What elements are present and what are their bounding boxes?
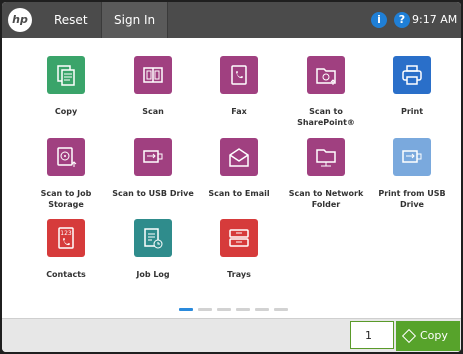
network-folder-icon [307,138,345,176]
app-label: Scan [142,107,164,116]
app-job-log[interactable]: Job Log [109,219,197,280]
app-scan-to-usb-drive[interactable]: Scan to USB Drive [109,138,197,199]
app-scan-to-network-folder[interactable]: Scan to Network Folder [282,138,370,210]
app-label: Scan to USB Drive [112,189,194,198]
app-label: Contacts [46,270,86,279]
app-print[interactable]: Print [368,56,456,117]
printer-control-panel: hp Reset Sign In i ? 9:17 AM Copy Scan F… [2,2,461,352]
app-label: Scan to Job Storage [40,189,92,209]
copies-input[interactable]: 1 [350,321,394,349]
app-label: Print from USB Drive [378,189,446,209]
sign-in-button[interactable]: Sign In [101,2,169,38]
app-scan[interactable]: Scan [109,56,197,117]
fax-icon [220,56,258,94]
job-storage-icon [47,138,85,176]
app-fax[interactable]: Fax [195,56,283,117]
app-label: Scan to Network Folder [288,189,364,209]
app-trays[interactable]: Trays [195,219,283,280]
email-icon [220,138,258,176]
page-dot[interactable] [198,308,212,311]
copy-icon [47,56,85,94]
top-bar: hp Reset Sign In i ? 9:17 AM [2,2,461,38]
app-print-from-usb-drive[interactable]: Print from USB Drive [368,138,456,210]
printer-icon [393,56,431,94]
svg-text:123: 123 [60,230,72,237]
page-dot[interactable] [274,308,288,311]
usb-print-icon [393,138,431,176]
reset-button[interactable]: Reset [44,2,98,38]
sharepoint-icon [307,56,345,94]
app-label: Job Log [136,270,170,279]
app-scan-to-job-storage[interactable]: Scan to Job Storage [22,138,110,210]
page-dot[interactable] [255,308,269,311]
trays-icon [220,219,258,257]
copy-start-button[interactable]: Copy [396,321,460,351]
app-label: Trays [227,270,251,279]
app-label: Scan to Email [208,189,270,198]
app-contacts[interactable]: 123 Contacts [22,219,110,280]
app-scan-to-sharepoint[interactable]: Scan to SharePoint® [282,56,370,128]
app-label: Copy [54,107,78,116]
contacts-icon: 123 [47,219,85,257]
app-label: Scan to SharePoint® [297,107,355,127]
bottom-bar: 1 Copy [2,318,461,352]
start-icon [401,328,417,344]
clock: 9:17 AM [412,13,458,26]
hp-logo[interactable]: hp [8,8,32,32]
usb-scan-icon [134,138,172,176]
app-scan-to-email[interactable]: Scan to Email [195,138,283,199]
page-dot[interactable] [236,308,250,311]
info-icon[interactable]: i [371,12,387,28]
job-log-icon [134,219,172,257]
app-label: Fax [231,107,247,116]
app-label: Print [400,107,424,116]
page-dot[interactable] [217,308,231,311]
help-icon[interactable]: ? [394,12,410,28]
scan-icon [134,56,172,94]
copy-button-label: Copy [420,329,448,342]
app-copy[interactable]: Copy [22,56,110,117]
page-indicator [2,308,461,312]
page-dot[interactable] [179,308,193,311]
